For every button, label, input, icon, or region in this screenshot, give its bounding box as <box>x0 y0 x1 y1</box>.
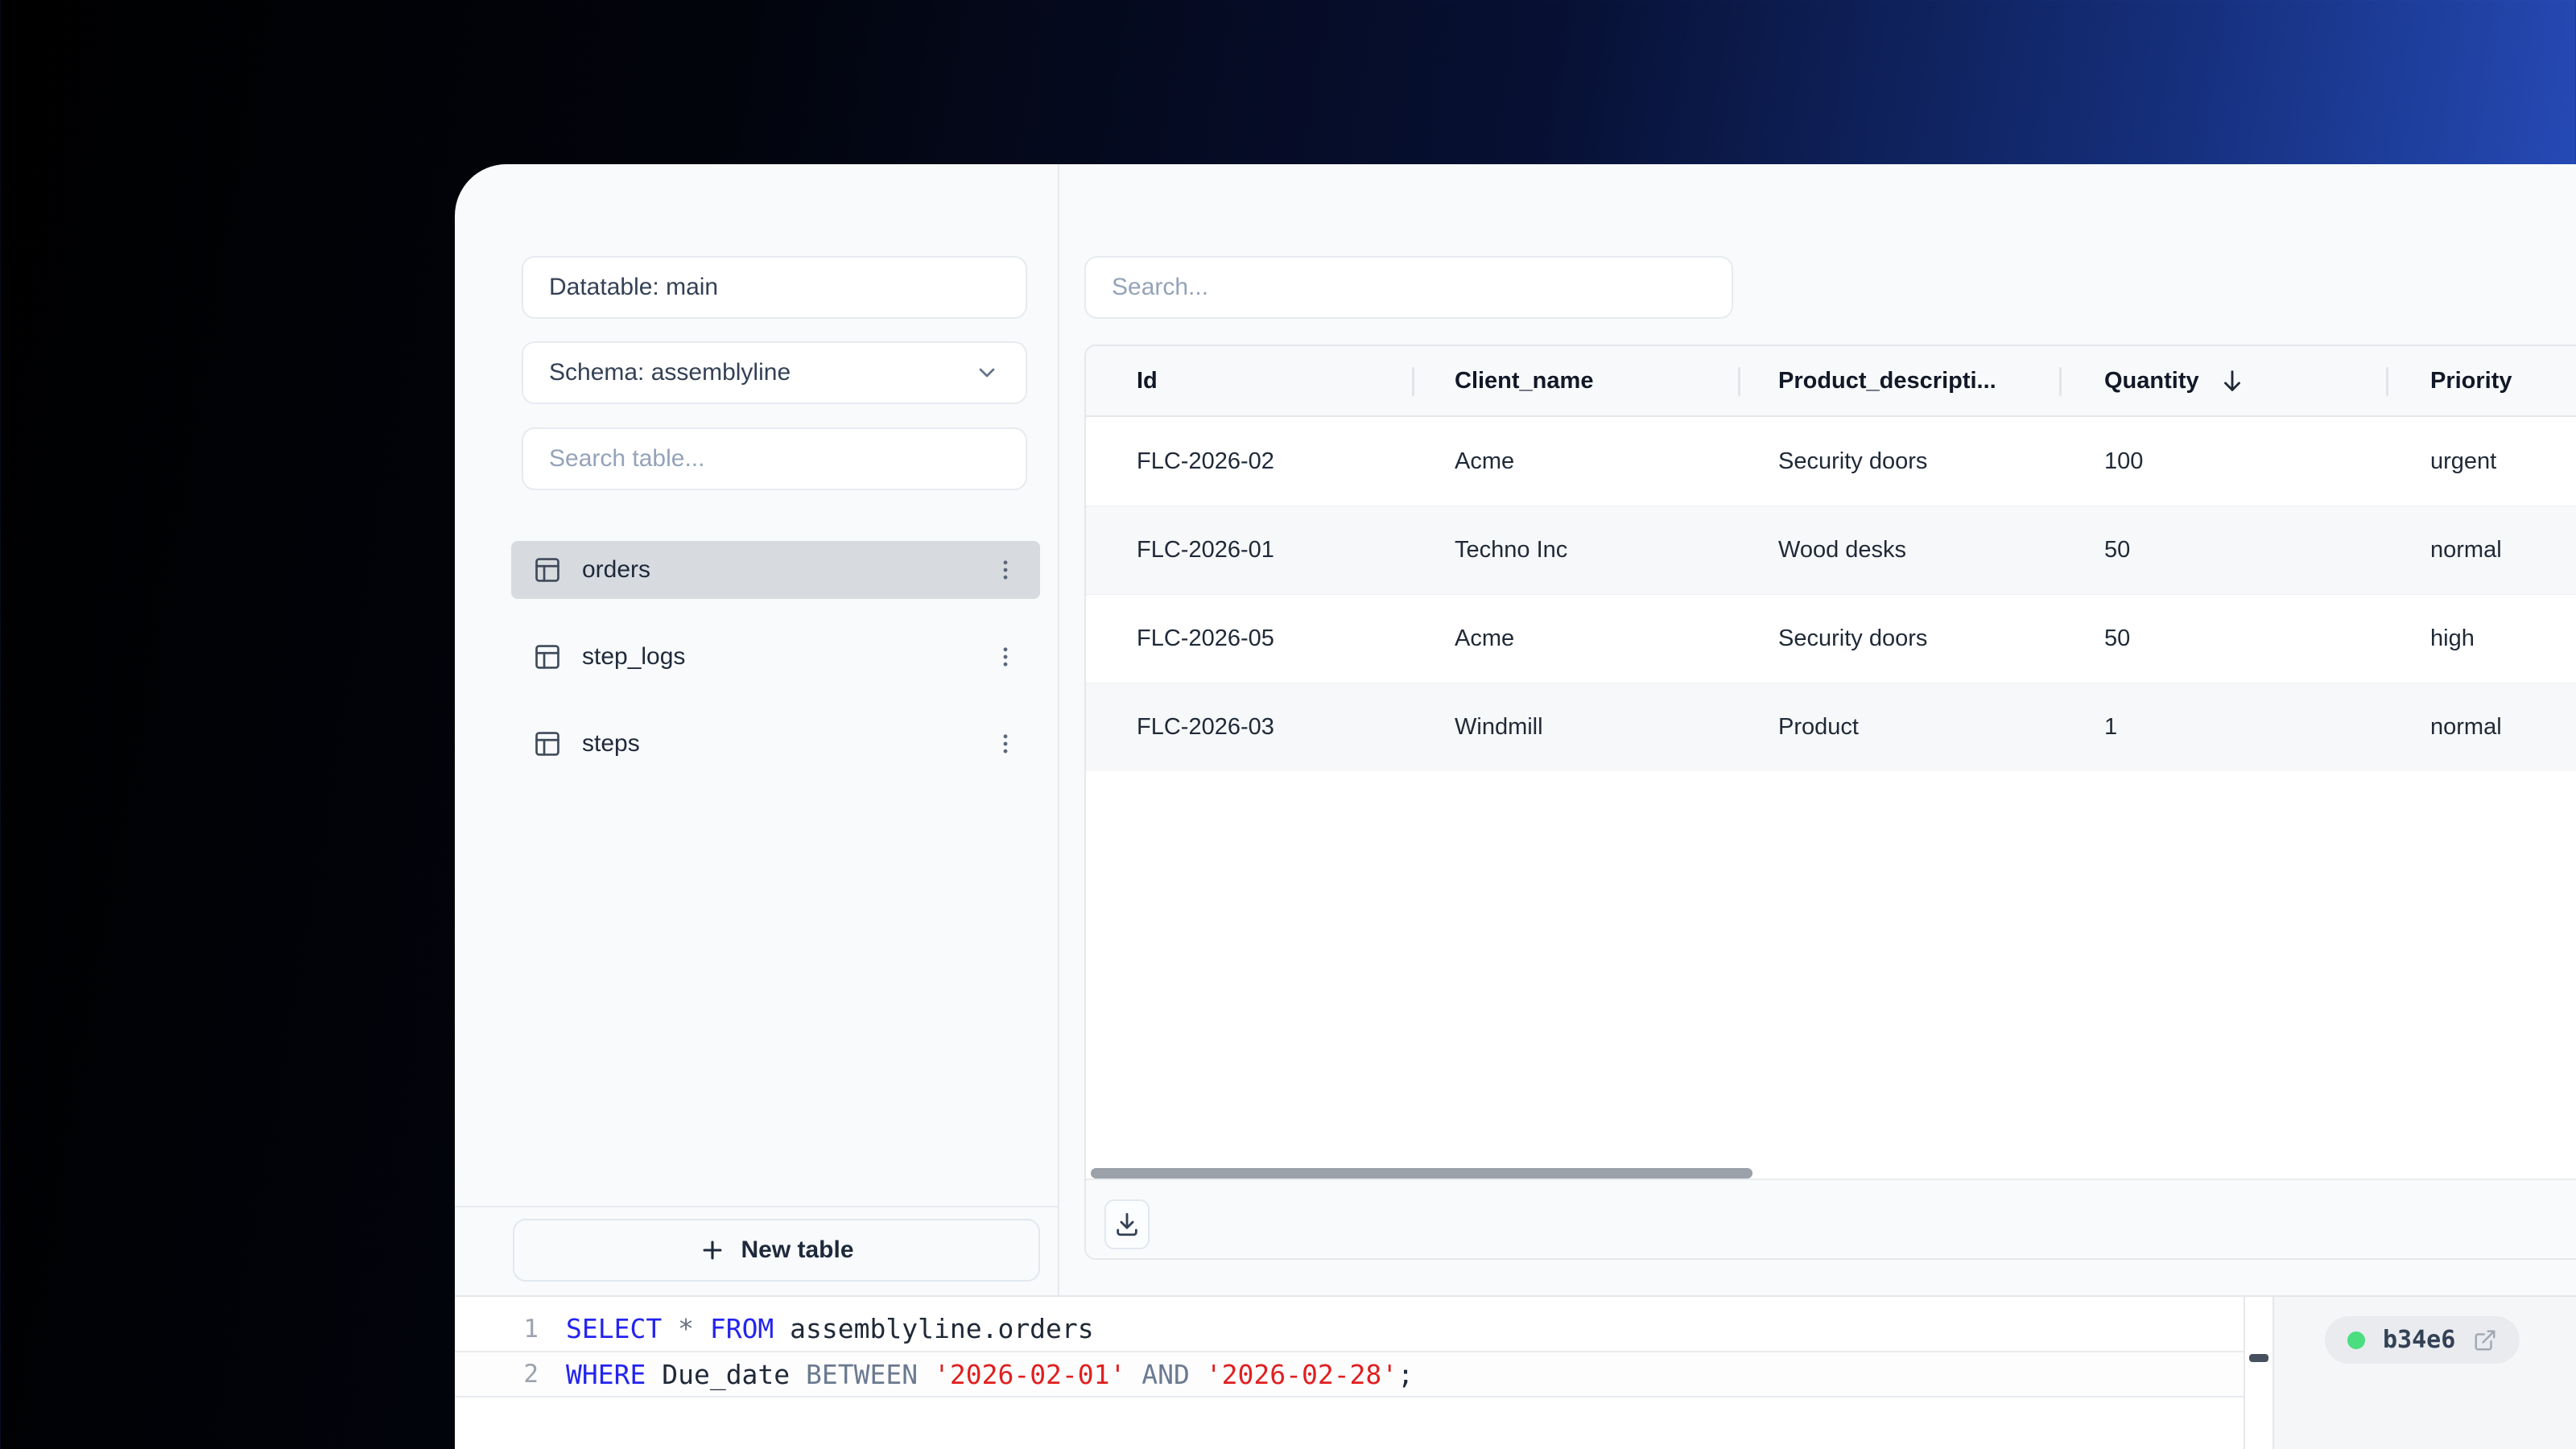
table-search-input[interactable] <box>549 445 1000 473</box>
sql-line-1[interactable]: 1 SELECT * FROM assemblyline.orders <box>455 1307 2244 1351</box>
schema-label: Schema: assemblyline <box>549 359 791 386</box>
column-header-client-name[interactable]: Client_name <box>1455 346 1593 415</box>
sql-code-text: SELECT * FROM assemblyline.orders <box>566 1313 1094 1344</box>
grid-search-input[interactable] <box>1112 274 1706 301</box>
table-icon <box>532 642 563 672</box>
column-header-product-description[interactable]: Product_descripti... <box>1778 346 1996 415</box>
table-item-label: steps <box>582 730 640 757</box>
column-separator <box>1738 367 1740 396</box>
kebab-menu-icon[interactable] <box>992 556 1019 584</box>
sql-line-2-current[interactable]: 2 WHERE Due_date BETWEEN '2026-02-01' AN… <box>455 1351 2244 1397</box>
cell-priority: urgent <box>2430 448 2497 474</box>
new-table-label: New table <box>741 1236 854 1263</box>
line-number: 2 <box>523 1360 539 1389</box>
status-zone: b34e6 <box>2274 1297 2576 1449</box>
cell-priority: normal <box>2430 714 2502 740</box>
datatable-selector[interactable]: Datatable: main <box>522 256 1027 319</box>
column-header-id[interactable]: Id <box>1137 346 1158 415</box>
status-dot-green <box>2347 1331 2365 1349</box>
cell-quantity: 50 <box>2104 537 2131 563</box>
sql-code-text: WHERE Due_date BETWEEN '2026-02-01' AND … <box>566 1358 1414 1390</box>
sidebar-item-step-logs[interactable]: step_logs <box>511 628 1040 686</box>
column-header-priority[interactable]: Priority <box>2430 346 2512 415</box>
chevron-down-icon <box>974 360 1000 386</box>
kebab-menu-icon[interactable] <box>992 643 1019 671</box>
column-separator <box>2386 367 2388 396</box>
cell-client-name: Acme <box>1455 448 1515 474</box>
new-table-button[interactable]: New table <box>513 1219 1040 1282</box>
grid-search-field[interactable] <box>1084 256 1733 319</box>
sql-code-area[interactable]: 1 SELECT * FROM assemblyline.orders 2 WH… <box>455 1297 2244 1449</box>
download-icon <box>1113 1211 1141 1238</box>
sidebar-item-steps[interactable]: steps <box>511 715 1040 773</box>
table-search-field[interactable] <box>522 427 1027 490</box>
cell-client-name: Windmill <box>1455 714 1543 740</box>
grid-header-row: Id Client_name Product_descripti... Quan… <box>1086 346 2576 417</box>
cell-id: FLC-2026-03 <box>1137 714 1274 740</box>
cell-quantity: 100 <box>2104 448 2144 474</box>
table-row[interactable]: FLC-2026-01 Techno Inc Wood desks 50 nor… <box>1086 506 2576 594</box>
datatable-label: Datatable: main <box>549 274 719 300</box>
cell-quantity: 50 <box>2104 625 2131 651</box>
cell-client-name: Techno Inc <box>1455 537 1568 563</box>
column-header-quantity[interactable]: Quantity <box>2104 346 2246 415</box>
table-icon <box>532 729 563 759</box>
sidebar-item-orders[interactable]: orders <box>511 541 1040 599</box>
sidebar-divider <box>1058 164 1059 1295</box>
run-status-badge[interactable]: b34e6 <box>2325 1316 2520 1364</box>
column-separator <box>2059 367 2062 396</box>
cell-product-description: Security doors <box>1778 625 1928 651</box>
column-separator <box>1412 367 1414 396</box>
external-link-icon[interactable] <box>2473 1328 2497 1352</box>
table-row[interactable]: FLC-2026-02 Acme Security doors 100 urge… <box>1086 417 2576 506</box>
cell-id: FLC-2026-01 <box>1137 537 1274 563</box>
table-row[interactable]: FLC-2026-03 Windmill Product 1 normal <box>1086 683 2576 771</box>
cell-quantity: 1 <box>2104 714 2118 740</box>
cell-product-description: Wood desks <box>1778 537 1907 563</box>
sort-desc-arrow-icon <box>2219 367 2246 394</box>
app-window: Datatable: main Schema: assemblyline ord… <box>455 164 2576 1449</box>
editor-scrollbar-thumb[interactable] <box>2249 1354 2268 1362</box>
table-item-label: orders <box>582 556 651 583</box>
cell-product-description: Security doors <box>1778 448 1928 474</box>
grid-footer <box>1086 1179 2576 1258</box>
run-id-label: b34e6 <box>2383 1326 2456 1354</box>
kebab-menu-icon[interactable] <box>992 730 1019 758</box>
cell-client-name: Acme <box>1455 625 1515 651</box>
sql-editor: 1 SELECT * FROM assemblyline.orders 2 WH… <box>455 1295 2576 1449</box>
schema-selector[interactable]: Schema: assemblyline <box>522 341 1027 404</box>
cell-priority: normal <box>2430 537 2502 563</box>
sidebar-bottom-separator <box>455 1206 1059 1208</box>
line-number: 1 <box>523 1314 539 1344</box>
cell-id: FLC-2026-05 <box>1137 625 1274 651</box>
download-button[interactable] <box>1104 1199 1150 1249</box>
horizontal-scrollbar[interactable] <box>1091 1168 1752 1179</box>
data-grid: Id Client_name Product_descripti... Quan… <box>1084 345 2576 1260</box>
table-row[interactable]: FLC-2026-05 Acme Security doors 50 high <box>1086 594 2576 683</box>
table-icon <box>532 555 563 585</box>
editor-scrollbar[interactable] <box>2244 1297 2274 1449</box>
table-item-label: step_logs <box>582 643 686 670</box>
cell-product-description: Product <box>1778 714 1859 740</box>
cell-priority: high <box>2430 625 2475 651</box>
plus-icon <box>699 1236 726 1264</box>
cell-id: FLC-2026-02 <box>1137 448 1274 474</box>
